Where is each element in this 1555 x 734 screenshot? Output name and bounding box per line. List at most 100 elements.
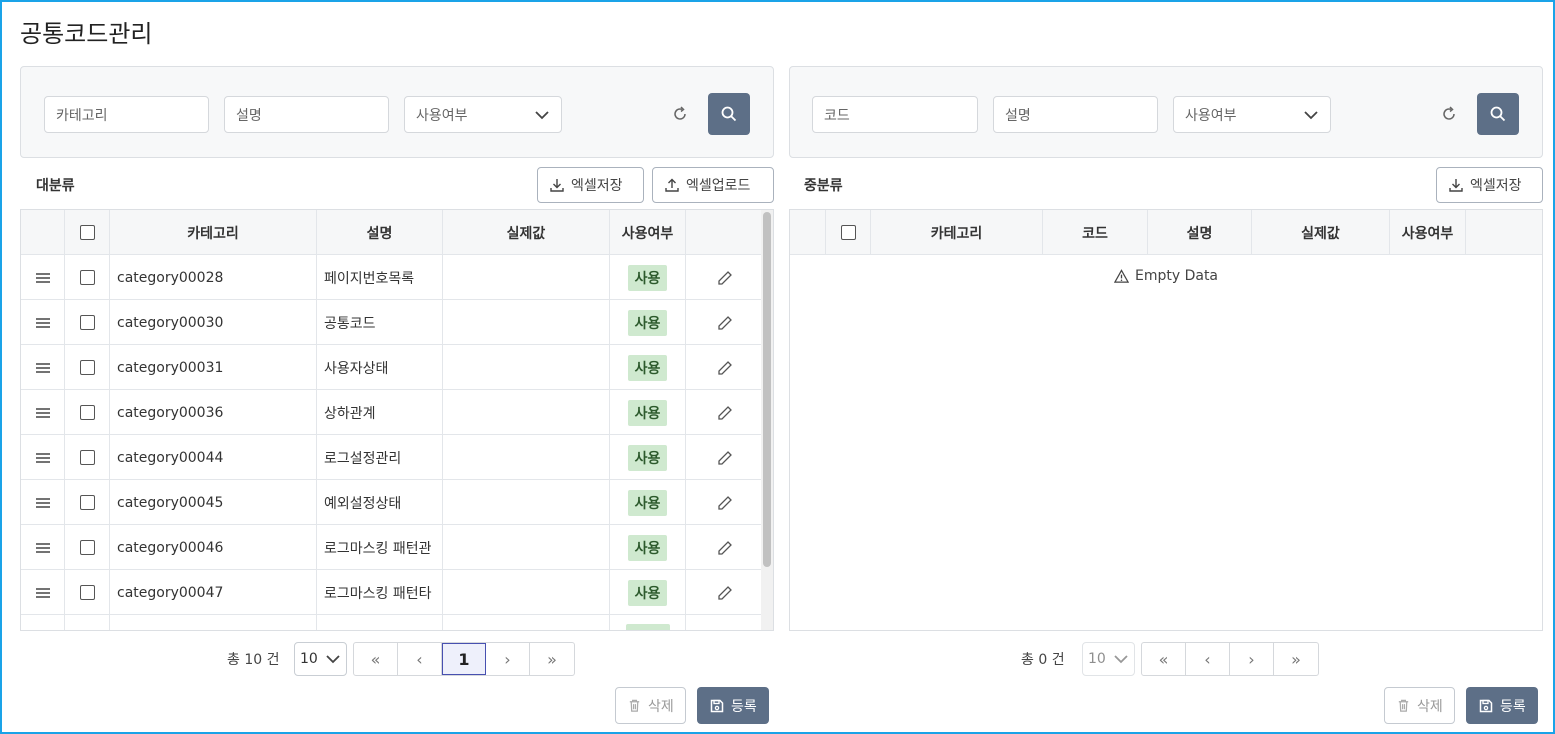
right-last-page-button[interactable]: » <box>1274 643 1318 675</box>
scrollbar-thumb[interactable] <box>763 212 771 567</box>
pencil-icon[interactable] <box>717 495 733 511</box>
drag-handle-icon[interactable] <box>35 496 51 510</box>
use-select[interactable]: 사용여부 <box>404 96 562 133</box>
row-desc: 공통코드 <box>317 300 443 345</box>
code-search-input[interactable]: 코드 <box>812 96 978 133</box>
right-search-button[interactable] <box>1477 93 1519 135</box>
drag-handle-cell[interactable] <box>21 255 65 300</box>
row-checkbox[interactable] <box>79 405 95 420</box>
right-select-all-checkbox[interactable] <box>840 225 856 240</box>
drag-handle-icon[interactable] <box>35 316 51 330</box>
row-desc: 사용자상태 <box>317 345 443 390</box>
right-use-select[interactable]: 사용여부 <box>1173 96 1331 133</box>
drag-handle-icon[interactable] <box>35 586 51 600</box>
table-row-partial[interactable] <box>21 615 763 630</box>
drag-handle-cell[interactable] <box>21 615 65 630</box>
right-first-page-button[interactable]: « <box>1142 643 1186 675</box>
row-use-cell <box>610 615 686 630</box>
row-value <box>443 345 610 390</box>
table-row[interactable]: category00030 공통코드 사용 <box>21 300 763 345</box>
empty-data-text: Empty Data <box>1134 268 1219 284</box>
row-category: category00046 <box>110 525 317 570</box>
row-checkbox[interactable] <box>79 585 95 600</box>
row-checkbox[interactable] <box>79 450 95 465</box>
left-page-size-select[interactable]: 10 <box>294 642 347 676</box>
row-checkbox[interactable] <box>79 360 95 375</box>
major-category-label: 대분류 <box>36 178 75 194</box>
drag-handle-icon[interactable] <box>35 451 51 465</box>
desc-input-placeholder: 설명 <box>236 107 262 124</box>
grid-scrollbar[interactable] <box>761 210 773 630</box>
drag-handle-cell[interactable] <box>21 345 65 390</box>
right-register-button[interactable]: 등록 <box>1466 687 1538 724</box>
row-select-cell <box>65 615 110 630</box>
drag-handle-cell[interactable] <box>21 480 65 525</box>
right-prev-page-button[interactable]: ‹ <box>1186 643 1230 675</box>
warning-icon <box>1113 268 1129 283</box>
drag-handle-cell[interactable] <box>21 570 65 615</box>
pencil-icon[interactable] <box>717 405 733 421</box>
col-header-value[interactable]: 실제값 <box>443 210 610 255</box>
pencil-icon[interactable] <box>717 450 733 466</box>
page-button-1[interactable]: 1 <box>442 643 486 675</box>
row-checkbox[interactable] <box>79 540 95 555</box>
col-header-use[interactable]: 사용여부 <box>610 210 686 255</box>
pencil-icon[interactable] <box>717 540 733 556</box>
right-next-page-button[interactable]: › <box>1230 643 1274 675</box>
right-col-header-code[interactable]: 코드 <box>1043 210 1148 255</box>
first-page-button[interactable]: « <box>354 643 398 675</box>
drag-handle-icon[interactable] <box>35 271 51 285</box>
row-checkbox[interactable] <box>79 315 95 330</box>
table-row[interactable]: category00045 예외설정상태 사용 <box>21 480 763 525</box>
drag-handle-cell[interactable] <box>21 390 65 435</box>
excel-upload-button[interactable]: 엑셀업로드 <box>652 167 774 203</box>
right-page-size-select[interactable]: 10 <box>1082 642 1135 676</box>
refresh-icon[interactable] <box>1440 105 1458 123</box>
last-page-button[interactable]: » <box>530 643 574 675</box>
col-header-desc[interactable]: 설명 <box>317 210 443 255</box>
excel-save-button[interactable]: 엑셀저장 <box>537 167 644 203</box>
drag-handle-icon[interactable] <box>35 406 51 420</box>
right-col-header-use[interactable]: 사용여부 <box>1390 210 1466 255</box>
drag-handle-icon[interactable] <box>35 541 51 555</box>
pencil-icon[interactable] <box>717 315 733 331</box>
refresh-icon[interactable] <box>671 105 689 123</box>
category-search-input[interactable]: 카테고리 <box>44 96 209 133</box>
right-col-header-value[interactable]: 실제값 <box>1252 210 1390 255</box>
floppy-icon <box>710 699 724 712</box>
floppy-icon <box>1479 699 1493 712</box>
row-checkbox[interactable] <box>79 270 95 285</box>
right-delete-button[interactable]: 삭제 <box>1384 687 1455 724</box>
select-all-checkbox[interactable] <box>79 225 95 240</box>
table-row[interactable]: category00046 로그마스킹 패턴관 사용 <box>21 525 763 570</box>
col-header-category[interactable]: 카테고리 <box>110 210 317 255</box>
drag-handle-icon[interactable] <box>35 361 51 375</box>
table-row[interactable]: category00028 페이지번호목록 사용 <box>21 255 763 300</box>
drag-handle-cell[interactable] <box>21 300 65 345</box>
table-row[interactable]: category00031 사용자상태 사용 <box>21 345 763 390</box>
right-excel-save-button[interactable]: 엑셀저장 <box>1436 167 1543 203</box>
search-button[interactable] <box>708 93 750 135</box>
left-delete-button[interactable]: 삭제 <box>615 687 686 724</box>
desc-search-input[interactable]: 설명 <box>224 96 389 133</box>
right-desc-search-input[interactable]: 설명 <box>993 96 1158 133</box>
row-edit-cell <box>686 300 763 345</box>
chevron-down-icon <box>1114 655 1128 664</box>
drag-handle-cell[interactable] <box>21 435 65 480</box>
pencil-icon[interactable] <box>717 270 733 286</box>
table-row[interactable]: category00036 상하관계 사용 <box>21 390 763 435</box>
row-select-cell <box>65 255 110 300</box>
right-col-header-category[interactable]: 카테고리 <box>871 210 1043 255</box>
table-row[interactable]: category00047 로그마스킹 패턴타 사용 <box>21 570 763 615</box>
pencil-icon[interactable] <box>717 585 733 601</box>
mid-category-grid: 카테고리 코드 설명 실제값 사용여부 Empty Data <box>789 209 1543 631</box>
pencil-icon[interactable] <box>717 360 733 376</box>
left-register-button[interactable]: 등록 <box>697 687 769 724</box>
table-row[interactable]: category00044 로그설정관리 사용 <box>21 435 763 480</box>
next-page-button[interactable]: › <box>486 643 530 675</box>
prev-page-button[interactable]: ‹ <box>398 643 442 675</box>
drag-handle-cell[interactable] <box>21 525 65 570</box>
right-col-header-desc[interactable]: 설명 <box>1148 210 1252 255</box>
page-title: 공통코드관리 <box>20 20 153 48</box>
row-checkbox[interactable] <box>79 495 95 510</box>
